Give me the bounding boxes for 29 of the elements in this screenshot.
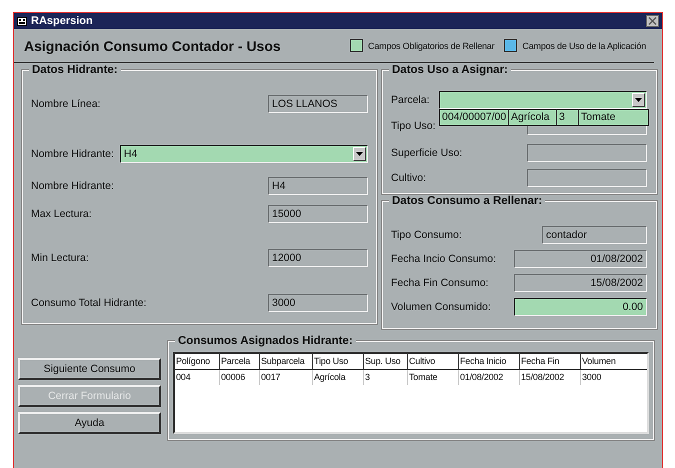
field-label: Consumo Total Hidrante:: [31, 297, 146, 309]
group-title: Consumos Asignados Hidrante:: [175, 335, 356, 348]
field-label: Volumen Consumido:: [391, 301, 491, 313]
table-cell: Agrícola: [313, 370, 364, 385]
field-label: Parcela:: [391, 94, 430, 106]
form-title: Asignación Consumo Contador - Usos: [24, 38, 281, 54]
table-cell: 15/08/2002: [520, 370, 581, 385]
table-cell: Tomate: [408, 370, 459, 385]
table-cell-text: 3000: [581, 371, 602, 384]
table-cell: 01/08/2002: [459, 370, 520, 385]
field-label: Max Lectura:: [31, 208, 92, 220]
field-label: Nombre Hidrante:: [31, 180, 114, 192]
group-title: Datos Uso a Asignar:: [389, 64, 511, 77]
field-label: Tipo Consumo:: [391, 229, 462, 241]
field-label: Nombre Línea:: [31, 98, 100, 110]
table-cell: 0017: [260, 370, 313, 385]
table-cell: 3: [364, 370, 408, 385]
legend-label: Campos Obligatorios de Rellenar: [368, 40, 494, 50]
field-label: Superficie Uso:: [391, 146, 462, 158]
window-title: RAspersion: [31, 15, 94, 27]
table-cell: 004: [175, 370, 220, 385]
table-cell: 00006: [220, 370, 260, 385]
field-label: Fecha Incio Consumo:: [391, 253, 496, 265]
field-label: Nombre Hidrante:: [31, 148, 114, 160]
field-label: Min Lectura:: [31, 252, 89, 264]
field-label: Fecha Fin Consumo:: [391, 277, 488, 289]
legend-label: Campos de Uso de la Aplicación: [522, 40, 646, 50]
field-label: Tipo Uso:: [391, 120, 436, 132]
field-label: Cultivo:: [391, 172, 426, 184]
